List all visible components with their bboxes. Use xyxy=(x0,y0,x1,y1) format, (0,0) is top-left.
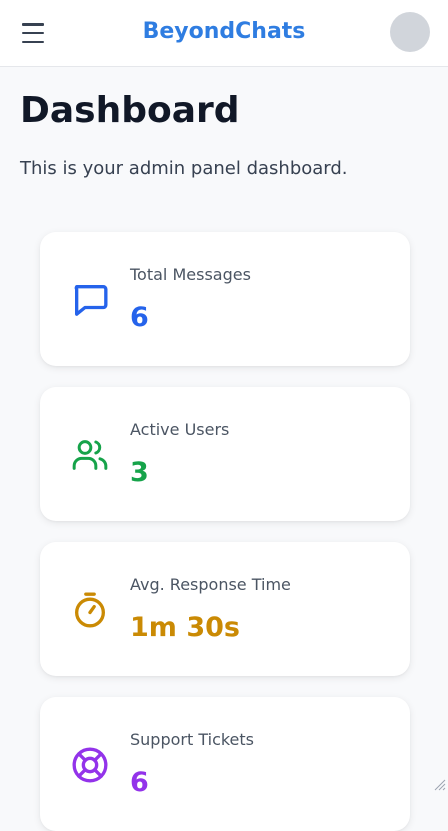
stat-value: 3 xyxy=(130,457,149,488)
stat-value: 1m 30s xyxy=(130,612,240,643)
stat-label: Total Messages xyxy=(130,265,251,284)
stat-card-avg-response-time: Avg. Response Time 1m 30s xyxy=(40,542,410,676)
stat-card-active-users: Active Users 3 xyxy=(40,387,410,521)
stopwatch-icon xyxy=(70,590,110,630)
stat-label: Avg. Response Time xyxy=(130,575,291,594)
brand-name[interactable]: BeyondChats xyxy=(0,19,448,44)
stat-label: Support Tickets xyxy=(130,730,254,749)
page-description: This is your admin panel dashboard. xyxy=(20,158,348,179)
stat-value: 6 xyxy=(130,302,149,333)
stat-card-support-tickets: Support Tickets 6 xyxy=(40,697,410,831)
chat-bubble-icon xyxy=(70,280,110,320)
stat-label: Active Users xyxy=(130,420,229,439)
stat-card-total-messages: Total Messages 6 xyxy=(40,232,410,366)
users-icon xyxy=(70,435,110,475)
page-title: Dashboard xyxy=(20,90,240,131)
user-avatar[interactable] xyxy=(390,12,430,52)
stat-value: 6 xyxy=(130,767,149,798)
lifebuoy-icon xyxy=(70,745,110,785)
top-bar: BeyondChats xyxy=(0,0,448,67)
resize-grip-icon[interactable] xyxy=(432,777,446,791)
